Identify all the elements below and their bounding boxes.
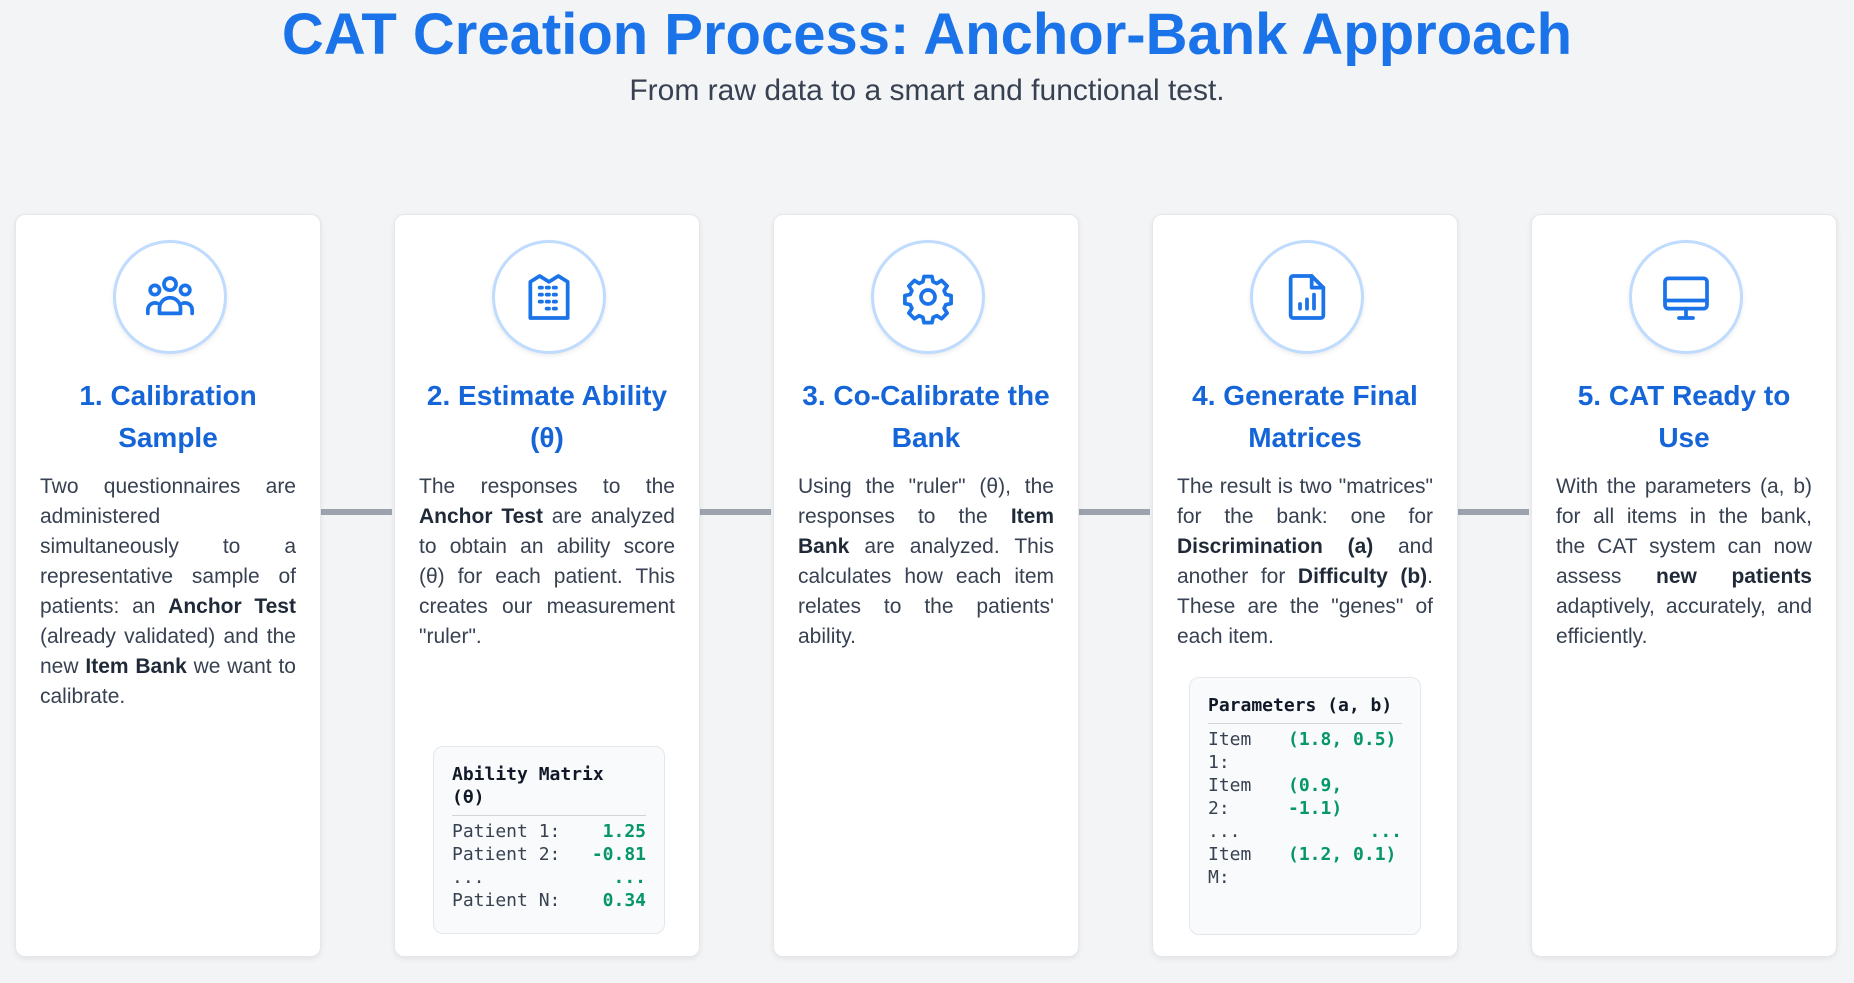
- icon-circle: [492, 240, 606, 354]
- connector-line: [321, 509, 392, 515]
- step-description: The responses to the Anchor Test are ana…: [419, 475, 675, 648]
- row-label: Patient 1:: [452, 821, 561, 842]
- icon-circle: [113, 240, 227, 354]
- matrix-title: Parameters (a, b): [1208, 694, 1402, 724]
- page-title: CAT Creation Process: Anchor-Bank Approa…: [281, 2, 1573, 67]
- emphasis-text: new patients: [1656, 565, 1812, 588]
- matrix-title: Ability Matrix (θ): [452, 763, 646, 816]
- step-title: 5. CAT Ready to Use: [1577, 380, 1791, 453]
- connector-line: [1458, 509, 1529, 515]
- connector-line: [1079, 509, 1150, 515]
- step-title: 1. Calibration Sample: [79, 380, 257, 453]
- row-value: (1.2, 0.1): [1288, 844, 1397, 865]
- step-description: With the parameters (a, b) for all items…: [1556, 475, 1812, 648]
- emphasis-text: Item Bank: [85, 655, 187, 678]
- row-label: Patient 2:: [452, 844, 561, 865]
- row-label: Item M:: [1208, 844, 1252, 888]
- emphasis-text: Item Bank: [798, 505, 1054, 558]
- row-label: ...: [1208, 821, 1241, 842]
- row-label: Item 1:: [1208, 729, 1252, 773]
- step-description: Two questionnaires are administered simu…: [40, 475, 296, 708]
- step-description: The result is two "matrices" for the ban…: [1177, 475, 1434, 648]
- gear-icon: [903, 274, 953, 325]
- step-card-5: 5. CAT Ready to Use With the parameters …: [1531, 214, 1837, 957]
- row-value: (1.8, 0.5): [1288, 729, 1397, 750]
- row-value: ...: [613, 867, 646, 888]
- row-value: ...: [1369, 821, 1402, 842]
- parameters-matrix: Parameters (a, b) Item 1: (1.8, 0.5) Item…: [1189, 677, 1421, 935]
- step-title: 3. Co-Calibrate the Bank: [802, 380, 1050, 453]
- step-title: 4. Generate Final Matrices: [1192, 380, 1418, 453]
- page-subtitle: From raw data to a smart and functional …: [629, 74, 1225, 107]
- matrix-row: Item 1: (1.8, 0.5): [1208, 728, 1402, 774]
- monitor-icon: [1663, 276, 1709, 320]
- row-value: 0.34: [602, 890, 646, 911]
- row-value: -0.81: [591, 844, 646, 865]
- step-card-1: 1. Calibration Sample Two questionnaires…: [15, 214, 321, 957]
- matrix-row: Patient 1: 1.25: [452, 820, 646, 843]
- emphasis-text: Anchor Test: [168, 595, 296, 618]
- building-icon: [528, 274, 570, 320]
- matrix-row: Item M: (1.2, 0.1): [1208, 843, 1402, 889]
- matrix-row: Patient N: 0.34: [452, 889, 646, 912]
- icon-circle: [1250, 240, 1364, 354]
- row-label: Patient N:: [452, 890, 561, 911]
- matrix-row: ......: [452, 866, 646, 889]
- connector-line: [700, 509, 771, 515]
- step-description: Using the "ruler" (θ), the responses to …: [798, 475, 1054, 648]
- ability-matrix: Ability Matrix (θ) Patient 1: 1.25 Patien…: [433, 746, 665, 934]
- matrix-row: Patient 2: -0.81: [452, 843, 646, 866]
- matrix-row: Item 2: (0.9, -1.1): [1208, 774, 1402, 820]
- emphasis-text: Anchor Test: [419, 505, 543, 528]
- emphasis-text: Difficulty (b): [1297, 565, 1428, 588]
- matrix-row: ......: [1208, 820, 1402, 843]
- step-title: 2. Estimate Ability (θ): [426, 380, 668, 453]
- step-card-3: 3. Co-Calibrate the Bank Using the "rule…: [773, 214, 1079, 957]
- step-card-2: 2. Estimate Ability (θ) The responses to…: [394, 214, 700, 957]
- step-card-4: 4. Generate Final Matrices The result is…: [1152, 214, 1458, 957]
- row-value: 1.25: [602, 821, 646, 842]
- users-group-icon: [145, 276, 195, 316]
- row-label: Item 2:: [1208, 775, 1252, 819]
- icon-circle: [1629, 240, 1743, 354]
- emphasis-text: Discrimination (a): [1177, 535, 1374, 558]
- row-value: (0.9, -1.1): [1288, 775, 1343, 819]
- row-label: ...: [452, 867, 485, 888]
- document-chart-icon: [1288, 274, 1326, 320]
- icon-circle: [871, 240, 985, 354]
